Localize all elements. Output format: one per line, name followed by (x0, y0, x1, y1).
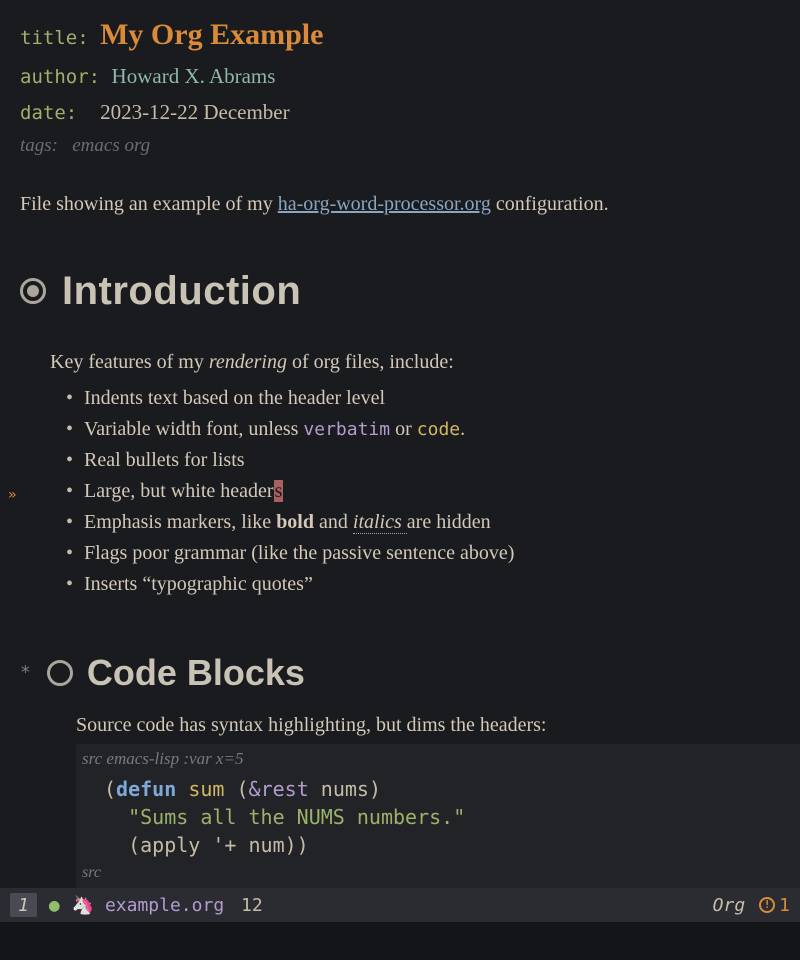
editor-buffer[interactable]: » title: My Org Example author: Howard X… (0, 0, 800, 889)
list-item: Large, but white headers (66, 476, 800, 507)
heading-star: * (20, 659, 31, 686)
list-item: Indents text based on the header level (66, 383, 800, 414)
source-block-header: src emacs-lisp :var x=5 (76, 744, 800, 772)
list-item: Real bullets for lists (66, 445, 800, 476)
intro-paragraph: File showing an example of my ha-org-wor… (20, 189, 800, 219)
source-block[interactable]: src emacs-lisp :var x=5 (defun sum (&res… (76, 744, 800, 890)
intro-lead: Key features of my rendering of org file… (50, 347, 800, 377)
config-link[interactable]: ha-org-word-processor.org (278, 193, 491, 215)
document-tags: emacs org (72, 135, 150, 156)
buffer-segment[interactable]: 🦄 example.org 12 (72, 892, 263, 919)
warning-icon: ! (759, 897, 775, 913)
fringe-continuation-icon: » (8, 485, 16, 506)
meta-key-tags: tags: (20, 135, 58, 156)
document-title: My Org Example (100, 18, 323, 51)
code-text: code (417, 419, 460, 440)
window-number[interactable]: 1 (10, 893, 37, 917)
modeline[interactable]: 1 ● 🦄 example.org 12 Org ! 1 (0, 888, 800, 922)
document-author: Howard X. Abrams (112, 64, 276, 88)
verbatim-text: verbatim (303, 419, 390, 440)
heading-introduction[interactable]: Introduction (20, 261, 800, 321)
minibuffer[interactable] (0, 922, 800, 960)
warning-count: 1 (779, 892, 790, 919)
source-block-footer: src (76, 861, 800, 889)
fringe: » (4, 0, 16, 889)
cursor: s (274, 480, 284, 502)
heading-bullet-icon (20, 278, 46, 304)
meta-key-date: date (20, 102, 66, 124)
modified-indicator-icon: ● (49, 892, 60, 919)
bold-sample: bold (276, 511, 314, 533)
italics-sample: italics (353, 511, 407, 534)
heading-code-blocks[interactable]: * Code Blocks (20, 646, 800, 700)
document-date: 2023-12-22 December (100, 100, 290, 124)
list-item: Variable width font, unless verbatim or … (66, 414, 800, 445)
meta-title-line: title: My Org Example (20, 12, 800, 57)
major-mode[interactable]: Org (713, 892, 746, 919)
heading-bullet-icon (47, 660, 73, 686)
source-code[interactable]: (defun sum (&rest nums) "Sums all the NU… (76, 771, 800, 861)
heading-text: Introduction (62, 261, 301, 321)
list-item: Inserts “typographic quotes” (66, 569, 800, 600)
meta-key-title: title (20, 27, 77, 49)
code-blocks-body: Source code has syntax highlighting, but… (76, 710, 800, 890)
meta-date-line: date: 2023-12-22 December (20, 97, 800, 129)
line-number: 12 (241, 895, 263, 916)
meta-tags-line: tags: emacs org (20, 132, 800, 161)
list-item: Flags poor grammar (like the passive sen… (66, 538, 800, 569)
introduction-body: Key features of my rendering of org file… (50, 347, 800, 600)
meta-author-line: author: Howard X. Abrams (20, 61, 800, 93)
meta-key-author: author (20, 66, 89, 88)
list-item: Emphasis markers, like bold and italics … (66, 507, 800, 538)
buffer-filename: example.org (105, 895, 224, 916)
heading-text: Code Blocks (87, 646, 305, 700)
unicorn-icon: 🦄 (72, 895, 94, 916)
code-blocks-lead: Source code has syntax highlighting, but… (76, 710, 800, 740)
feature-list: Indents text based on the header level V… (66, 383, 800, 600)
flycheck-warning[interactable]: ! 1 (759, 892, 790, 919)
